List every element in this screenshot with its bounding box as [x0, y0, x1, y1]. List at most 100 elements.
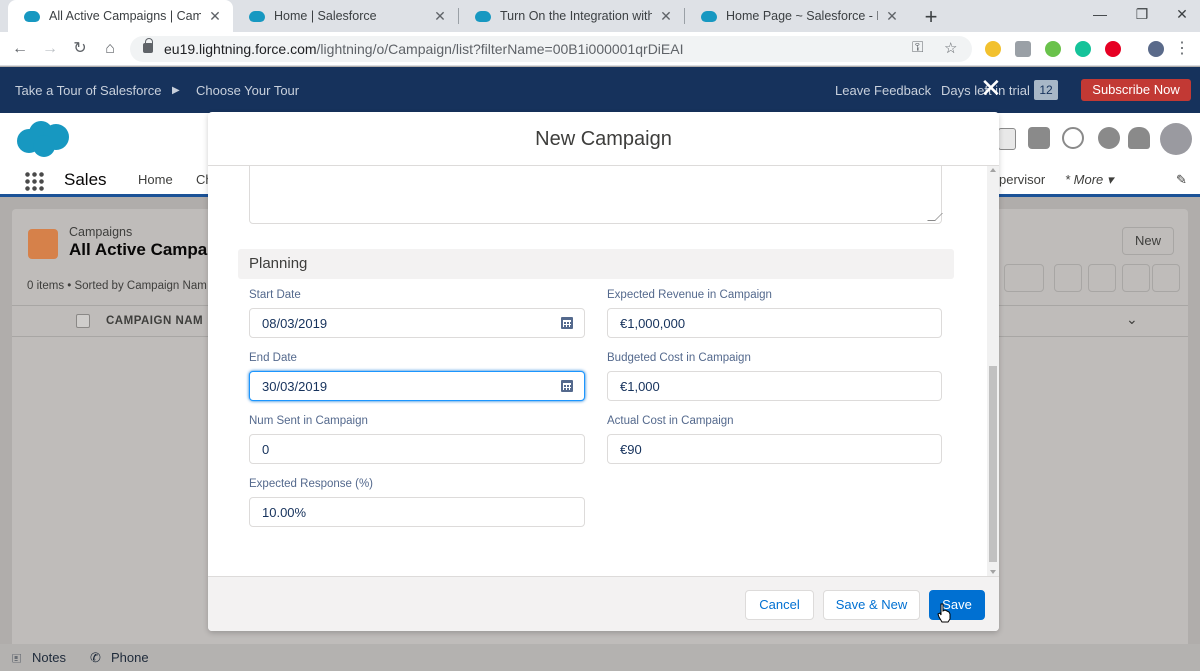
scroll-down-icon[interactable] [990, 570, 996, 574]
back-icon[interactable]: ← [10, 39, 30, 59]
browser-tab-campaigns[interactable]: All Active Campaigns | Campaign ✕ [8, 0, 233, 32]
choose-tour-link[interactable]: Choose Your Tour [196, 83, 299, 98]
salesforce-cloud-icon [24, 10, 40, 22]
extension-icon[interactable] [1045, 41, 1061, 57]
actual-cost-input[interactable]: €90 [607, 434, 942, 464]
days-left-count: 12 [1034, 80, 1058, 100]
browser-tab-home[interactable]: Home | Salesforce ✕ [233, 0, 458, 32]
select-all-checkbox[interactable] [76, 314, 90, 328]
new-button[interactable]: New [1122, 227, 1174, 255]
modal-footer: Cancel Save & New Save [208, 576, 999, 631]
play-icon: ▶ [172, 85, 180, 96]
nav-item-home[interactable]: Home [138, 172, 173, 187]
resize-handle[interactable] [927, 213, 943, 221]
start-date-input[interactable]: 08/03/2019 [249, 308, 585, 338]
utility-notes[interactable]: Notes [32, 650, 66, 665]
extension-icon[interactable] [985, 41, 1001, 57]
column-header-campaign-name[interactable]: CAMPAIGN NAM [106, 315, 203, 327]
key-icon[interactable]: ⚿ [912, 39, 923, 56]
new-tab-icon[interactable]: + [921, 4, 941, 30]
nav-more-label: More [1073, 172, 1104, 187]
utility-phone[interactable]: Phone [111, 650, 149, 665]
edit-nav-icon[interactable]: ✎ [1176, 172, 1187, 188]
close-icon[interactable]: ✕ [884, 8, 900, 25]
campaign-icon [28, 229, 58, 259]
budgeted-cost-input[interactable]: €1,000 [607, 371, 942, 401]
subscribe-button[interactable]: Subscribe Now [1081, 79, 1191, 101]
expected-revenue-label: Expected Revenue in Campaign [607, 289, 772, 301]
pinterest-icon[interactable] [1105, 41, 1121, 57]
forward-icon[interactable]: → [40, 39, 60, 59]
browser-toolbar: ← → ↻ ⌂ eu19.lightning.force.com/lightni… [0, 32, 1200, 66]
minimize-icon[interactable]: — [1090, 6, 1110, 22]
calendar-icon[interactable] [561, 380, 573, 392]
notes-icon: 🗉 [12, 651, 22, 666]
maximize-icon[interactable]: ❐ [1132, 6, 1152, 23]
browser-tab-homepage[interactable]: Home Page ~ Salesforce - Essenti ✕ [685, 0, 910, 32]
extension-icon[interactable] [1015, 41, 1031, 57]
display-as-icon[interactable] [1004, 264, 1044, 292]
leave-feedback-link[interactable]: Leave Feedback [835, 83, 931, 98]
bell-icon[interactable] [1128, 127, 1150, 149]
scrollbar-thumb[interactable] [989, 366, 997, 562]
browser-tab-integration[interactable]: Turn On the Integration with Out ✕ [459, 0, 684, 32]
start-date-label: Start Date [249, 289, 301, 301]
browser-tab-strip: All Active Campaigns | Campaign ✕ Home |… [0, 0, 1200, 32]
expected-revenue-input[interactable]: €1,000,000 [607, 308, 942, 338]
new-campaign-modal: New Campaign Planning Start Date 08/03/2… [208, 112, 999, 631]
profile-avatar[interactable] [1148, 41, 1164, 57]
grammarly-icon[interactable] [1075, 41, 1091, 57]
modal-close-icon[interactable]: ✕ [980, 75, 1002, 101]
expected-revenue-value: €1,000,000 [620, 316, 686, 331]
lock-icon [143, 38, 153, 53]
address-bar[interactable]: eu19.lightning.force.com/lightning/o/Cam… [130, 36, 972, 62]
nav-item-supervisor[interactable]: pervisor [999, 172, 1045, 187]
expected-response-input[interactable]: 10.00% [249, 497, 585, 527]
close-icon[interactable]: ✕ [207, 8, 223, 25]
avatar[interactable] [1160, 123, 1192, 155]
chevron-down-icon[interactable]: ⌄ [1126, 311, 1138, 328]
window-close-icon[interactable]: ✕ [1172, 6, 1192, 23]
chart-icon[interactable] [1122, 264, 1150, 292]
filter-icon[interactable] [1152, 264, 1180, 292]
planning-section-header[interactable]: Planning [238, 249, 954, 279]
save-and-new-button[interactable]: Save & New [823, 590, 920, 620]
edit-list-icon[interactable] [1088, 264, 1116, 292]
salesforce-cloud-icon [701, 10, 717, 22]
num-sent-input[interactable]: 0 [249, 434, 585, 464]
salesforce-cloud-icon [475, 10, 491, 22]
help-icon[interactable] [1062, 127, 1084, 149]
home-icon[interactable]: ⌂ [100, 39, 120, 59]
tab-title: Home Page ~ Salesforce - Essenti [726, 9, 878, 23]
num-sent-label: Num Sent in Campaign [249, 415, 368, 427]
app-launcher-icon[interactable] [24, 171, 44, 191]
reload-icon[interactable]: ↻ [70, 39, 90, 59]
list-title[interactable]: All Active Campa [69, 240, 207, 260]
cancel-button[interactable]: Cancel [745, 590, 814, 620]
menu-icon[interactable]: ⋮ [1172, 39, 1192, 59]
start-date-value: 08/03/2019 [262, 316, 328, 331]
nav-more[interactable]: * More ▾ [1065, 172, 1113, 188]
add-icon[interactable] [1028, 127, 1050, 149]
calendar-icon[interactable] [561, 317, 573, 329]
actual-cost-label: Actual Cost in Campaign [607, 415, 734, 427]
modal-body: Planning Start Date 08/03/2019 End Date … [208, 166, 999, 576]
star-icon[interactable]: ☆ [944, 39, 957, 57]
tour-link[interactable]: Take a Tour of Salesforce [15, 83, 161, 98]
trial-bar: Take a Tour of Salesforce ▶ Choose Your … [0, 67, 1200, 113]
budgeted-cost-label: Budgeted Cost in Campaign [607, 352, 751, 364]
dropdown-icon[interactable] [998, 128, 1016, 150]
num-sent-value: 0 [262, 442, 270, 457]
budgeted-cost-value: €1,000 [620, 379, 660, 394]
gear-icon[interactable] [1098, 127, 1120, 149]
salesforce-cloud-icon [249, 10, 265, 22]
modal-scrollbar[interactable] [987, 166, 999, 576]
close-icon[interactable]: ✕ [658, 8, 674, 25]
description-textarea[interactable] [249, 166, 943, 224]
end-date-input[interactable]: 30/03/2019 [249, 371, 585, 401]
close-icon[interactable]: ✕ [432, 8, 448, 25]
url-path: /lightning/o/Campaign/list?filterName=00… [316, 41, 684, 57]
end-date-value: 30/03/2019 [262, 379, 328, 394]
scroll-up-icon[interactable] [990, 168, 996, 172]
refresh-icon[interactable] [1054, 264, 1082, 292]
